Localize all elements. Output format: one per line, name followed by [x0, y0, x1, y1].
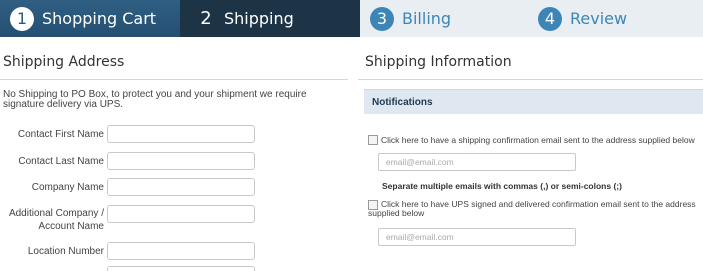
- location-number-input[interactable]: [107, 242, 255, 260]
- ups-email-input[interactable]: [378, 228, 576, 246]
- shipping-information-title: Shipping Information: [365, 54, 512, 70]
- shipping-information-section: Shipping Information Notifications Click…: [348, 37, 703, 271]
- notifications-header: Notifications: [364, 89, 703, 114]
- step-number-2: 2: [200, 8, 212, 29]
- shipping-confirmation-checkbox[interactable]: [368, 135, 378, 145]
- additional-company-label: Additional Company / Account Name: [8, 208, 104, 232]
- first-name-label: Contact First Name: [17, 129, 104, 140]
- separator-note: Separate multiple emails with commas (,)…: [382, 181, 622, 191]
- step-label-billing: Billing: [402, 9, 452, 28]
- first-name-input[interactable]: [107, 125, 255, 143]
- step-billing[interactable]: 3 Billing: [360, 0, 536, 37]
- step-label-review: Review: [570, 9, 628, 28]
- last-name-input[interactable]: [107, 152, 255, 170]
- step-label-shopping-cart: Shopping Cart: [42, 9, 157, 28]
- confirmation-email-input[interactable]: [378, 153, 576, 171]
- shipping-address-section: Shipping Address No Shipping to PO Box, …: [0, 37, 348, 271]
- additional-company-input[interactable]: [107, 205, 255, 223]
- step-shopping-cart[interactable]: 1 Shopping Cart: [0, 0, 180, 37]
- partial-input[interactable]: [107, 266, 255, 271]
- step-review[interactable]: 4 Review: [536, 0, 703, 37]
- step-number-1: 1: [10, 6, 34, 31]
- location-number-label: Location Number: [27, 246, 104, 257]
- notifications-label: Notifications: [372, 97, 433, 108]
- divider: [0, 79, 348, 80]
- divider: [358, 79, 703, 80]
- step-shipping[interactable]: 2 Shipping: [180, 0, 360, 37]
- shipping-address-title: Shipping Address: [3, 54, 125, 70]
- step-label-shipping: Shipping: [224, 9, 294, 28]
- step-number-4: 4: [538, 6, 562, 31]
- last-name-label: Contact Last Name: [18, 156, 104, 167]
- company-name-input[interactable]: [107, 178, 255, 196]
- company-name-label: Company Name: [31, 182, 104, 193]
- step-number-3: 3: [370, 6, 394, 31]
- shipping-confirmation-text: Click here to have a shipping confirmati…: [381, 135, 695, 145]
- ups-signed-confirmation-text: Click here to have UPS signed and delive…: [368, 199, 696, 218]
- po-box-notice: No Shipping to PO Box, to protect you an…: [3, 89, 307, 110]
- checkout-steps: 1 Shopping Cart 2 Shipping 3 Billing 4 R…: [0, 0, 703, 37]
